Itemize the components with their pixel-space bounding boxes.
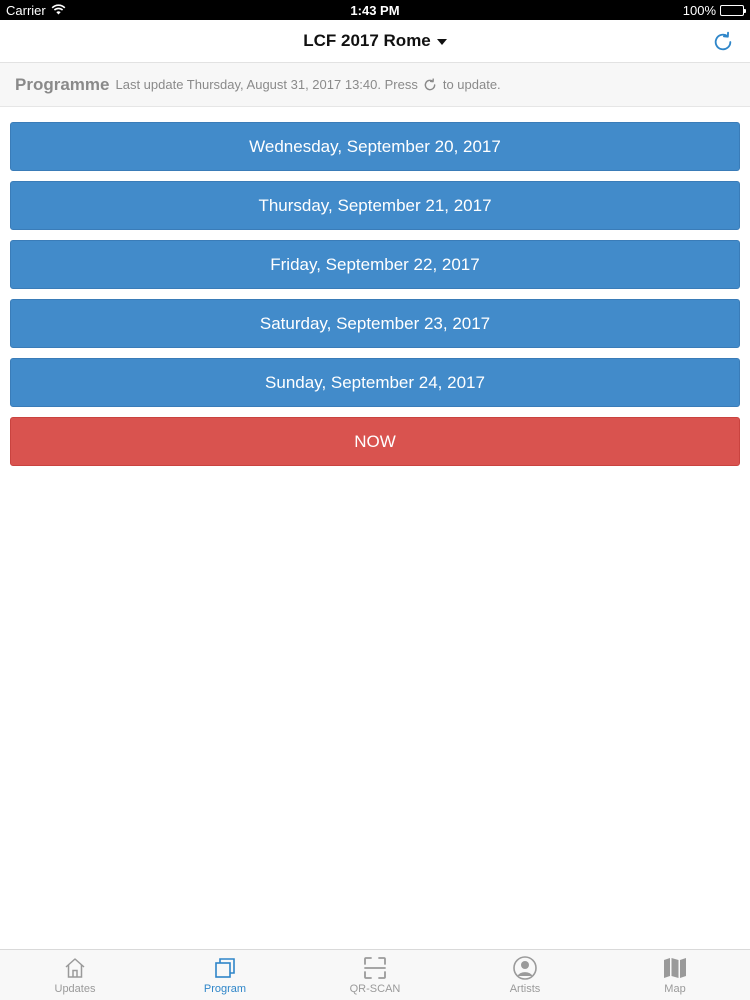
inline-refresh-icon bbox=[423, 77, 437, 92]
update-hint-text: to update. bbox=[442, 77, 501, 92]
now-button[interactable]: NOW bbox=[10, 417, 740, 466]
tab-updates[interactable]: Updates bbox=[0, 950, 150, 1000]
day-button-sunday[interactable]: Sunday, September 24, 2017 bbox=[10, 358, 740, 407]
status-left: Carrier bbox=[6, 3, 66, 18]
refresh-icon bbox=[714, 31, 732, 51]
last-update-text: Last update Thursday, August 31, 2017 13… bbox=[115, 77, 418, 92]
refresh-button[interactable] bbox=[710, 29, 736, 55]
home-icon bbox=[65, 958, 85, 978]
day-button-friday[interactable]: Friday, September 22, 2017 bbox=[10, 240, 740, 289]
programme-info-bar: Programme Last update Thursday, August 3… bbox=[0, 63, 750, 107]
day-button-thursday[interactable]: Thursday, September 21, 2017 bbox=[10, 181, 740, 230]
wifi-icon bbox=[51, 3, 66, 18]
event-selector[interactable]: LCF 2017 Rome bbox=[303, 31, 447, 51]
tab-map[interactable]: Map bbox=[600, 950, 750, 1000]
battery-percent: 100% bbox=[682, 2, 716, 18]
status-time: 1:43 PM bbox=[350, 2, 400, 18]
event-title: LCF 2017 Rome bbox=[303, 31, 431, 50]
tab-artists-label: Artists bbox=[509, 983, 541, 995]
tab-qr-scan[interactable]: QR-SCAN bbox=[300, 950, 450, 1000]
tab-program-label: Program bbox=[203, 983, 247, 995]
map-icon bbox=[664, 958, 686, 978]
day-button-saturday[interactable]: Saturday, September 23, 2017 bbox=[10, 299, 740, 348]
day-button-wednesday[interactable]: Wednesday, September 20, 2017 bbox=[10, 122, 740, 171]
status-bar: Carrier 1:43 PM 100% bbox=[0, 0, 750, 20]
caret-down-icon bbox=[436, 39, 447, 45]
day-list: Wednesday, September 20, 2017 Thursday, … bbox=[10, 122, 740, 476]
programme-heading: Programme bbox=[15, 74, 110, 94]
tab-qr-scan-label: QR-SCAN bbox=[349, 983, 401, 995]
program-icon bbox=[215, 958, 235, 978]
screen: Carrier 1:43 PM 100% LCF 2017 Rome Progr… bbox=[0, 0, 750, 1000]
nav-bar: LCF 2017 Rome bbox=[0, 20, 750, 63]
tab-program[interactable]: Program bbox=[150, 950, 300, 1000]
tab-updates-label: Updates bbox=[54, 983, 96, 995]
qr-scan-icon bbox=[364, 957, 386, 979]
carrier-label: Carrier bbox=[6, 2, 46, 18]
battery-icon bbox=[720, 4, 746, 16]
tab-bar: Updates Program QR-SCAN Artists Map bbox=[0, 949, 750, 1000]
status-right: 100% bbox=[682, 2, 746, 18]
tab-map-label: Map bbox=[664, 983, 686, 995]
artist-icon bbox=[513, 956, 537, 980]
tab-artists[interactable]: Artists bbox=[450, 950, 600, 1000]
